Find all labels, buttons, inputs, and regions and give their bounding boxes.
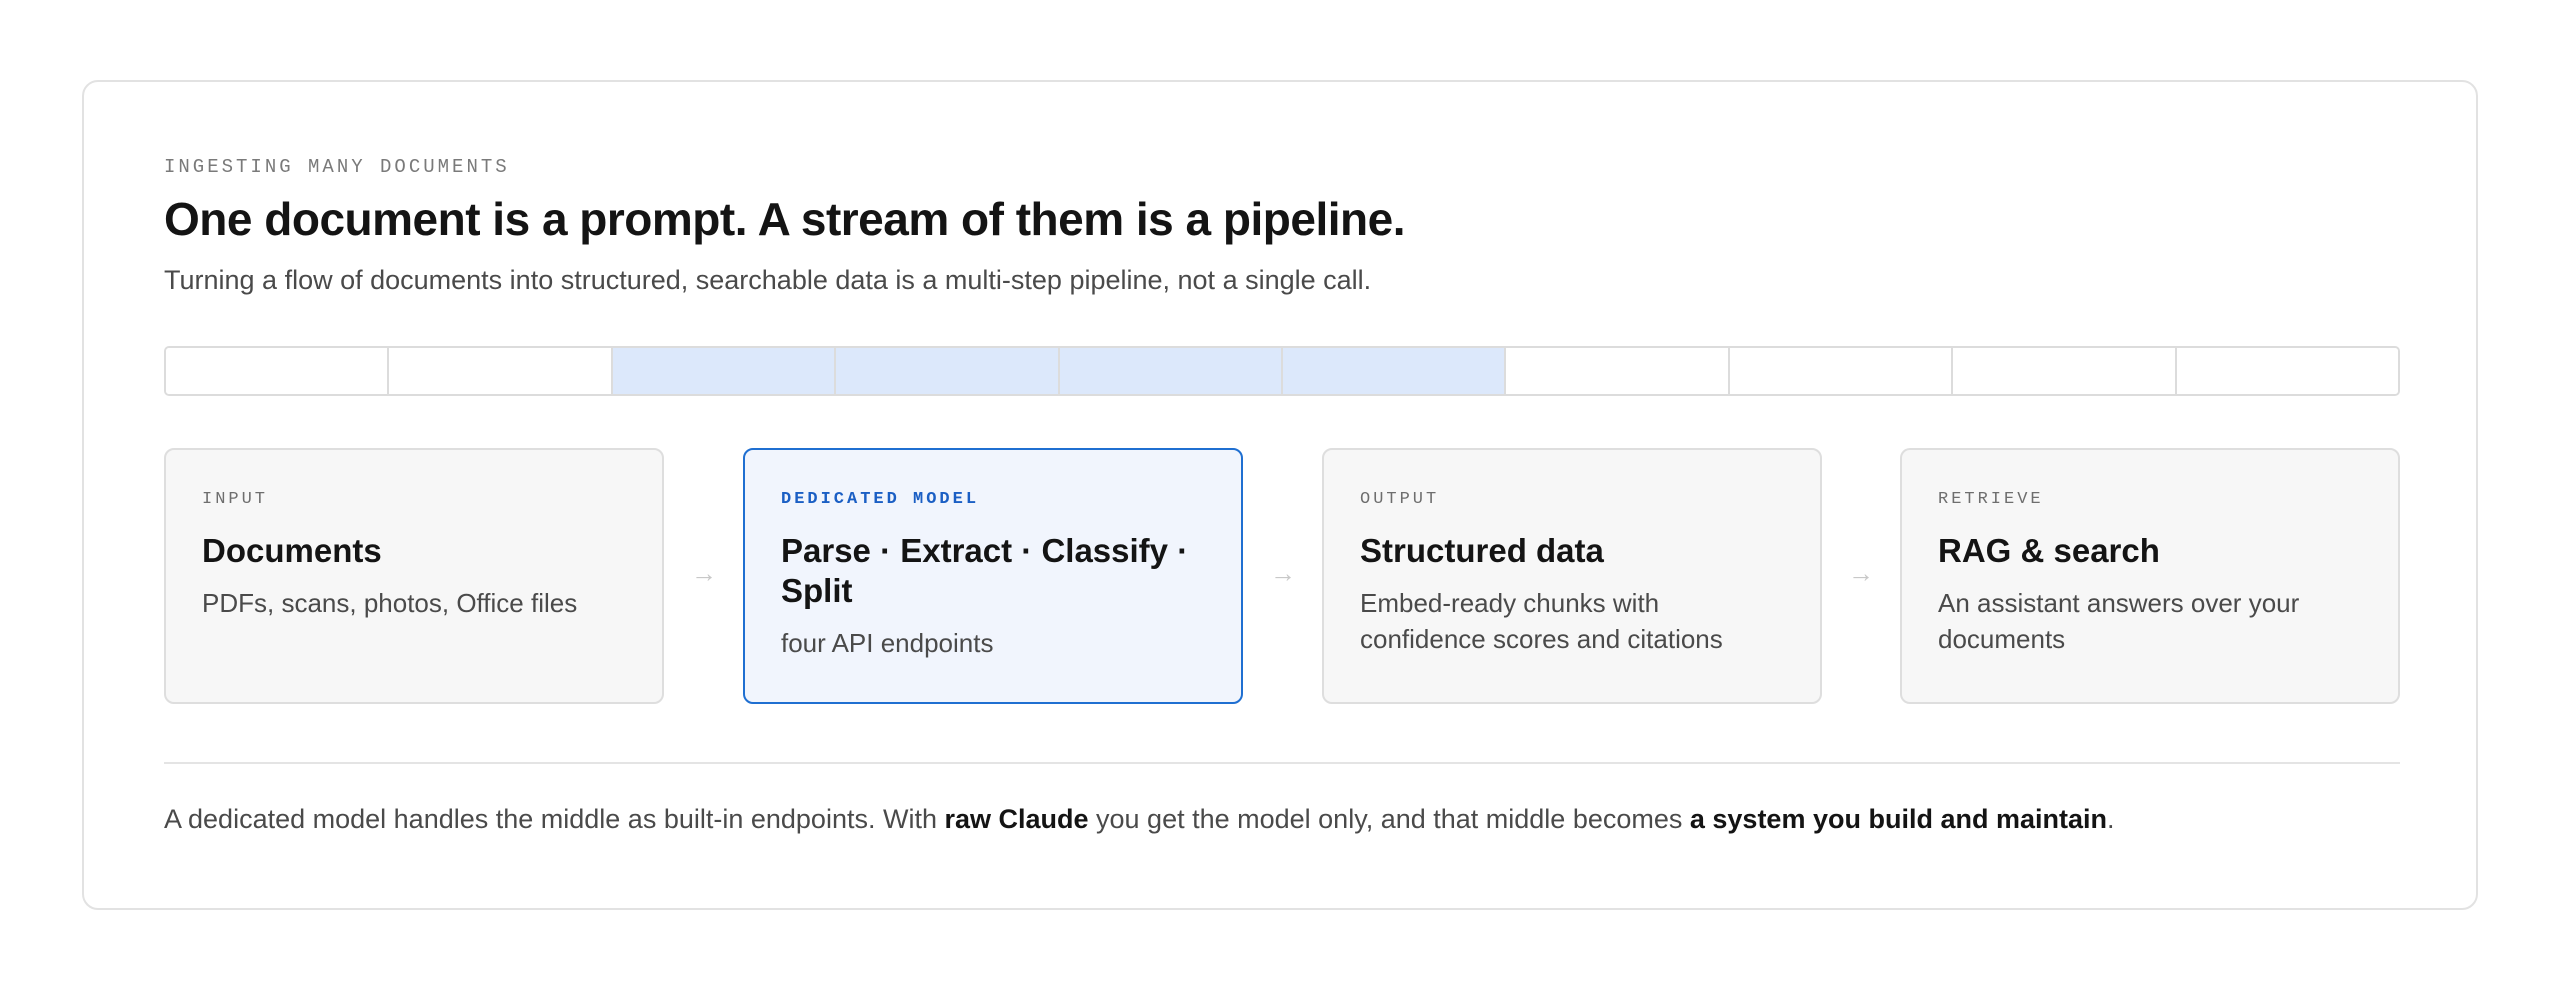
step-label: OUTPUT <box>1360 490 1440 509</box>
step-card-dedicated-model: DEDICATED MODEL Parse · Extract · Classi… <box>743 448 1243 704</box>
footer-text: A dedicated model handles the middle as … <box>164 804 945 834</box>
footer-text: . <box>2106 804 2115 834</box>
stream-segment <box>1729 348 1954 394</box>
stream-segment-highlighted <box>612 348 837 394</box>
footer-emphasis-system: a system you build and maintain <box>1689 804 2107 834</box>
page-subtitle: Turning a flow of documents into structu… <box>164 265 1372 295</box>
step-description: An assistant answers over your documents <box>1938 588 2300 654</box>
footer-emphasis-raw-claude: raw Claude <box>944 804 1089 834</box>
step-label: RETRIEVE <box>1938 490 2044 509</box>
stream-segment <box>389 348 613 394</box>
step-heading: RAG & search <box>1938 532 2160 569</box>
pipeline-panel: INGESTING MANY DOCUMENTS One document is… <box>82 80 2478 910</box>
stream-segment <box>1506 348 1730 394</box>
stream-segment <box>166 348 390 394</box>
step-card-input: INPUT Documents PDFs, scans, photos, Off… <box>164 448 664 704</box>
footer-note: A dedicated model handles the middle as … <box>164 804 2114 835</box>
page-title: One document is a prompt. A stream of th… <box>164 193 1406 245</box>
arrow-right-icon: → <box>691 558 717 588</box>
step-heading: Parse · Extract · Classify · Split <box>781 532 1189 609</box>
pipeline-steps: INPUT Documents PDFs, scans, photos, Off… <box>164 448 2400 704</box>
stream-segment <box>2176 348 2398 394</box>
eyebrow-label: INGESTING MANY DOCUMENTS <box>164 156 510 178</box>
stream-segment <box>1953 348 2177 394</box>
step-heading: Structured data <box>1360 532 1604 569</box>
arrow-right-icon: → <box>1848 558 1874 588</box>
document-stream-strip <box>164 346 2400 396</box>
section-divider <box>164 762 2400 764</box>
footer-text: you get the model only, and that middle … <box>1088 804 1690 834</box>
step-label: DEDICATED MODEL <box>781 490 980 509</box>
stream-segment-highlighted <box>836 348 1060 394</box>
step-label: INPUT <box>202 490 269 509</box>
arrow-right-icon: → <box>1270 558 1296 588</box>
step-heading: Documents <box>202 532 382 569</box>
step-card-retrieve: RETRIEVE RAG & search An assistant answe… <box>1900 448 2400 704</box>
step-description: four API endpoints <box>781 628 994 658</box>
stream-segment-highlighted <box>1059 348 1284 394</box>
step-description: Embed-ready chunks with confidence score… <box>1360 588 1723 654</box>
step-card-output: OUTPUT Structured data Embed-ready chunk… <box>1322 448 1822 704</box>
step-description: PDFs, scans, photos, Office files <box>202 588 578 618</box>
stream-segment-highlighted <box>1283 348 1507 394</box>
